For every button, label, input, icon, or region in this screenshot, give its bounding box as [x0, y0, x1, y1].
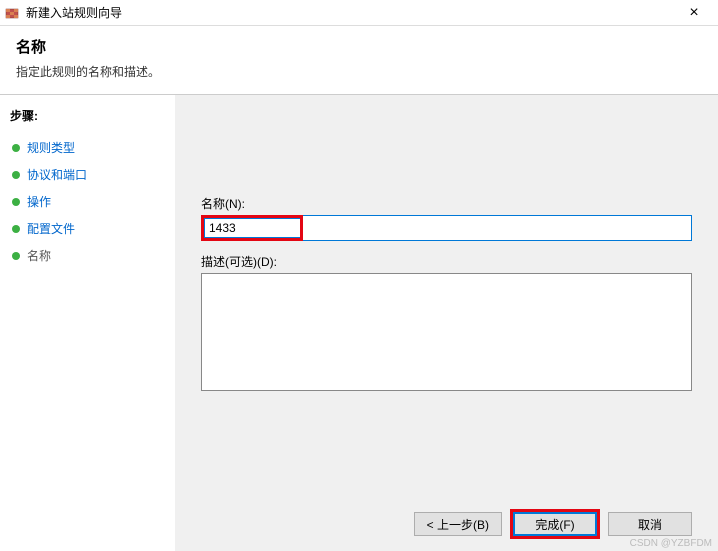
name-input[interactable] [204, 218, 300, 238]
steps-heading: 步骤: [10, 107, 165, 124]
page-title: 名称 [16, 36, 702, 57]
bullet-icon [12, 225, 20, 233]
back-button[interactable]: < 上一步(B) [414, 512, 502, 536]
finish-button[interactable]: 完成(F) [513, 512, 597, 536]
sidebar-item-label: 操作 [27, 193, 51, 210]
button-row: < 上一步(B) 完成(F) 取消 [414, 509, 692, 539]
main-panel: 名称(N): 描述(可选)(D): < 上一步(B) 完成(F) 取消 CSDN… [175, 95, 718, 551]
sidebar-item-label: 规则类型 [27, 139, 75, 156]
page-subtitle: 指定此规则的名称和描述。 [16, 63, 702, 80]
bullet-icon [12, 252, 20, 260]
sidebar-item-profile[interactable]: 配置文件 [10, 215, 165, 242]
sidebar-item-rule-type[interactable]: 规则类型 [10, 134, 165, 161]
sidebar-item-label: 名称 [27, 247, 51, 264]
sidebar-item-name[interactable]: 名称 [10, 242, 165, 269]
sidebar-item-action[interactable]: 操作 [10, 188, 165, 215]
window-title: 新建入站规则向导 [26, 4, 674, 21]
bullet-icon [12, 198, 20, 206]
firewall-icon [4, 5, 20, 21]
finish-highlight: 完成(F) [510, 509, 600, 539]
description-label: 描述(可选)(D): [201, 253, 692, 270]
wizard-header: 名称 指定此规则的名称和描述。 [0, 26, 718, 95]
bullet-icon [12, 144, 20, 152]
bullet-icon [12, 171, 20, 179]
sidebar-item-label: 协议和端口 [27, 166, 87, 183]
close-button[interactable]: × [674, 0, 714, 26]
name-input-extension[interactable] [303, 215, 692, 241]
name-highlight [201, 215, 303, 241]
watermark: CSDN @YZBFDM [630, 538, 712, 549]
steps-sidebar: 步骤: 规则类型 协议和端口 操作 配置文件 名称 [0, 95, 175, 551]
sidebar-item-protocol-ports[interactable]: 协议和端口 [10, 161, 165, 188]
description-textarea[interactable] [201, 273, 692, 391]
titlebar: 新建入站规则向导 × [0, 0, 718, 26]
name-label: 名称(N): [201, 195, 692, 212]
sidebar-item-label: 配置文件 [27, 220, 75, 237]
cancel-button[interactable]: 取消 [608, 512, 692, 536]
